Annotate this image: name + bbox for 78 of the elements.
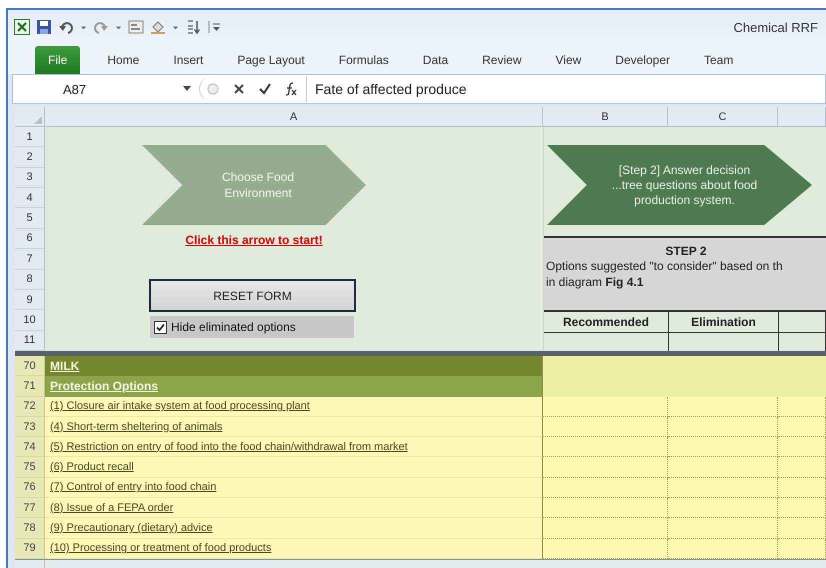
table-cell	[778, 498, 826, 518]
option-link[interactable]: (6) Product recall	[45, 457, 543, 478]
row-number[interactable]: 70	[15, 356, 45, 376]
dropdown-caret-icon[interactable]	[115, 24, 122, 30]
paint-bucket-icon[interactable]	[150, 19, 166, 35]
reset-form-button[interactable]: RESET FORM	[149, 279, 356, 312]
grip-icon	[206, 82, 220, 96]
excel-logo-icon[interactable]	[14, 19, 30, 35]
ribbon-tab[interactable]: Home	[90, 53, 156, 74]
option-link[interactable]: (7) Control of entry into food chain	[45, 478, 543, 498]
name-box[interactable]: A87	[13, 82, 183, 96]
sort-icon[interactable]	[185, 19, 201, 35]
row-number[interactable]: 8	[15, 270, 44, 290]
table-cell	[778, 478, 826, 498]
row-number[interactable]: 77	[15, 498, 45, 518]
row-number[interactable]: 74	[15, 437, 45, 458]
row-number[interactable]: 71	[15, 376, 45, 397]
section-header: MILK	[45, 356, 543, 376]
column-header[interactable]: A	[45, 107, 543, 126]
dropdown-caret-icon[interactable]	[183, 86, 191, 92]
option-link[interactable]: (4) Short-term sheltering of animals	[45, 416, 543, 438]
ribbon-tab[interactable]: Data	[406, 53, 466, 74]
option-link[interactable]: (9) Precautionary (dietary) advice	[45, 518, 543, 539]
row-number[interactable]: 7	[15, 249, 44, 270]
dropdown-caret-icon[interactable]	[80, 24, 87, 30]
dropdown-caret-icon[interactable]	[172, 24, 179, 30]
option-link[interactable]: (10) Processing or treatment of food products	[45, 538, 543, 559]
ribbon-tab[interactable]: Page Layout	[220, 53, 322, 74]
row-number[interactable]: 76	[15, 478, 45, 498]
row-number[interactable]: 5	[15, 208, 44, 229]
table-header: Recommended	[544, 312, 669, 333]
table-cell	[778, 416, 826, 438]
option-link[interactable]: (8) Issue of a FEPA order	[45, 498, 543, 518]
row-number[interactable]: 72	[15, 396, 45, 417]
row-number[interactable]: 6	[15, 228, 44, 250]
window-title: Chemical RRF	[733, 20, 819, 34]
undo-icon[interactable]	[58, 19, 74, 35]
insert-function-icon[interactable]	[284, 82, 298, 96]
save-icon[interactable]	[36, 19, 52, 35]
ribbon-tab[interactable]: Formulas	[322, 53, 406, 74]
start-link[interactable]: Click this arrow to start!	[142, 233, 366, 247]
row-number[interactable]: 79	[15, 538, 45, 559]
step-title: STEP 2	[664, 244, 708, 258]
step-description: in diagram Fig 4.1	[546, 274, 644, 290]
row-number[interactable]: 10	[15, 310, 44, 331]
option-link[interactable]: (1) Closure air intake system at food processing plant	[45, 396, 543, 417]
cancel-icon[interactable]	[232, 82, 246, 96]
customize-toolbar-icon[interactable]	[207, 19, 223, 35]
ribbon-tab[interactable]: Team	[687, 53, 750, 74]
table-cell	[778, 437, 826, 458]
option-link[interactable]: (5) Restriction on entry of food into the food chain/withdrawal from market	[45, 437, 543, 458]
ribbon-tab[interactable]: Insert	[156, 53, 220, 74]
row-number[interactable]: 2	[15, 147, 44, 168]
table-cell	[778, 518, 826, 539]
row-number[interactable]: 78	[15, 518, 45, 539]
ribbon-tab[interactable]: Review	[465, 53, 538, 74]
row-number[interactable]: 1	[15, 127, 44, 148]
form-icon[interactable]	[128, 19, 144, 35]
table-cell	[778, 538, 826, 559]
formula-field[interactable]: Fate of affected produce	[306, 76, 825, 102]
checkbox[interactable]	[154, 320, 167, 334]
ribbon-tab[interactable]: View	[538, 53, 598, 74]
column-header[interactable]: C	[668, 107, 778, 126]
arrow-shape-button[interactable]: [Step 2] Answer decision ...tree questions about food production system.	[547, 145, 812, 225]
row-number[interactable]: 9	[15, 290, 44, 310]
table-cell	[778, 457, 826, 478]
table-header: Elimination	[669, 312, 779, 333]
enter-checkmark-icon[interactable]	[258, 82, 272, 96]
ribbon-tab[interactable]: Developer	[598, 53, 687, 74]
table-cell	[778, 396, 826, 417]
row-number[interactable]: 73	[15, 416, 45, 438]
row-number[interactable]: 3	[15, 168, 44, 188]
file-tab[interactable]: File	[35, 46, 80, 74]
row-number[interactable]: 4	[15, 188, 44, 208]
subsection-header: Protection Options	[45, 376, 543, 397]
step-description: Options suggested "to consider" based on th	[546, 258, 784, 274]
column-header[interactable]: B	[543, 107, 668, 126]
row-number[interactable]: 75	[15, 457, 45, 478]
